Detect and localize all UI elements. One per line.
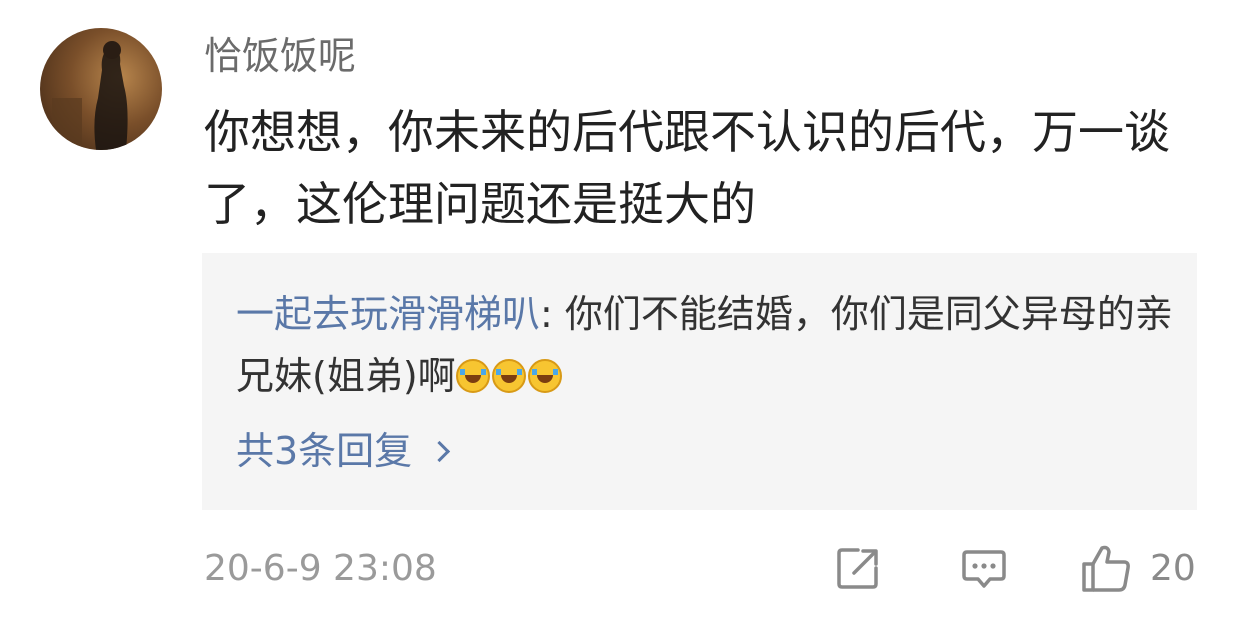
username[interactable]: 恰饭饭呢 xyxy=(204,30,356,82)
thumbs-up-icon xyxy=(1082,545,1130,592)
reply-preview[interactable]: 一起去玩滑滑梯叭: 你们不能结婚，你们是同父异母的亲兄妹(姐弟)啊 共3条回复 xyxy=(202,253,1197,510)
comment-bubble-icon xyxy=(962,550,1006,588)
crying-laughing-emoji-icon xyxy=(527,359,562,393)
comment-text: 你想想，你未来的后代跟不认识的后代，万一谈了，这伦理问题还是挺大的 xyxy=(204,105,1170,231)
reply-button[interactable] xyxy=(960,540,1008,596)
reply-author[interactable]: 一起去玩滑滑梯叭 xyxy=(236,292,540,336)
reply-content: 一起去玩滑滑梯叭: 你们不能结婚，你们是同父异母的亲兄妹(姐弟)啊 xyxy=(236,283,1176,407)
share-edit-icon xyxy=(837,548,878,589)
share-button[interactable] xyxy=(834,540,882,596)
avatar[interactable] xyxy=(40,28,162,150)
crying-laughing-emoji-icon xyxy=(455,359,490,393)
like-count: 20 xyxy=(1150,547,1196,589)
chevron-right-icon xyxy=(429,440,451,462)
crying-laughing-emoji-icon xyxy=(491,359,526,393)
comment-timestamp: 20-6-9 23:08 xyxy=(204,548,437,589)
more-replies-link[interactable]: 共3条回复 xyxy=(236,425,451,477)
avatar-image xyxy=(52,41,128,150)
more-replies-label: 共3条回复 xyxy=(236,429,413,473)
reply-separator: : xyxy=(540,292,565,336)
like-button[interactable]: 20 xyxy=(1080,540,1196,596)
